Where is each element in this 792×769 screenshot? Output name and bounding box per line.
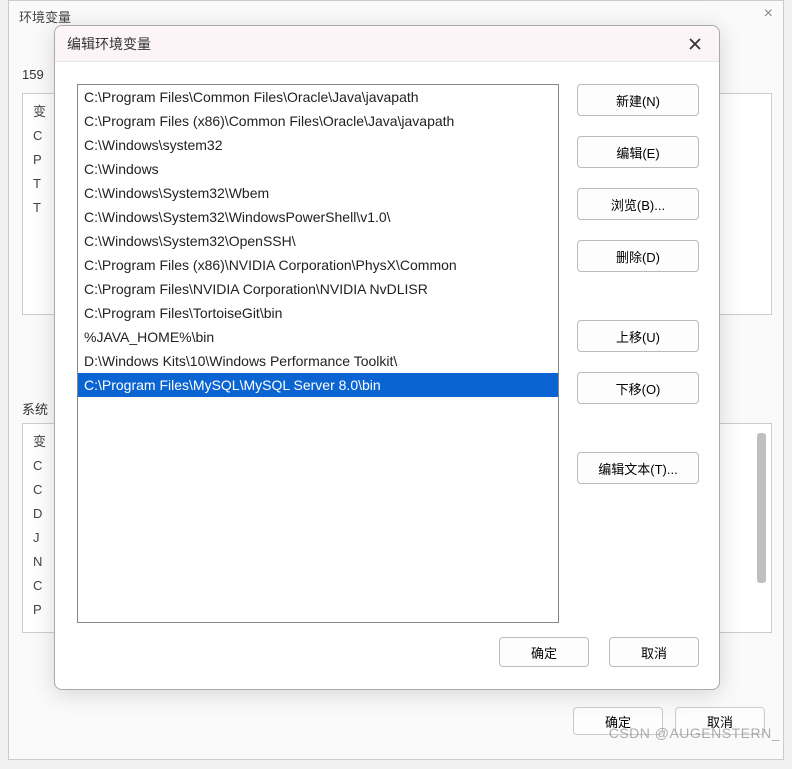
parent-cancel-button[interactable]: 取消 (675, 707, 765, 735)
browse-button[interactable]: 浏览(B)... (577, 188, 699, 220)
path-list-item[interactable]: C:\Program Files\TortoiseGit\bin (78, 301, 558, 325)
path-list-item[interactable]: C:\Program Files (x86)\Common Files\Orac… (78, 109, 558, 133)
scrollbar-thumb[interactable] (757, 433, 766, 583)
move-down-button[interactable]: 下移(O) (577, 372, 699, 404)
new-button[interactable]: 新建(N) (577, 84, 699, 116)
parent-ok-button[interactable]: 确定 (573, 707, 663, 735)
path-list-item[interactable]: C:\Program Files\MySQL\MySQL Server 8.0\… (78, 373, 558, 397)
dialog-body: C:\Program Files\Common Files\Oracle\Jav… (55, 62, 719, 637)
path-list-item[interactable]: C:\Program Files\NVIDIA Corporation\NVID… (78, 277, 558, 301)
path-list-item[interactable]: C:\Windows\System32\WindowsPowerShell\v1… (78, 205, 558, 229)
path-list-item[interactable]: D:\Windows Kits\10\Windows Performance T… (78, 349, 558, 373)
path-list-item[interactable]: C:\Windows\system32 (78, 133, 558, 157)
user-vars-label: 159 (22, 67, 44, 82)
edit-env-var-dialog: 编辑环境变量 C:\Program Files\Common Files\Ora… (54, 25, 720, 690)
path-list-item[interactable]: C:\Program Files (x86)\NVIDIA Corporatio… (78, 253, 558, 277)
path-list-item[interactable]: C:\Windows\System32\Wbem (78, 181, 558, 205)
path-list-item[interactable]: C:\Windows\System32\OpenSSH\ (78, 229, 558, 253)
move-up-button[interactable]: 上移(U) (577, 320, 699, 352)
ok-button[interactable]: 确定 (499, 637, 589, 667)
path-list[interactable]: C:\Program Files\Common Files\Oracle\Jav… (77, 84, 559, 623)
edit-button[interactable]: 编辑(E) (577, 136, 699, 168)
close-icon[interactable] (683, 32, 707, 56)
edit-text-button[interactable]: 编辑文本(T)... (577, 452, 699, 484)
path-list-item[interactable]: %JAVA_HOME%\bin (78, 325, 558, 349)
system-vars-label: 系统 (22, 399, 48, 418)
cancel-button[interactable]: 取消 (609, 637, 699, 667)
path-list-item[interactable]: C:\Windows (78, 157, 558, 181)
side-button-column: 新建(N) 编辑(E) 浏览(B)... 删除(D) 上移(U) 下移(O) 编… (577, 84, 699, 623)
dialog-footer: 确定 取消 (55, 637, 719, 689)
dialog-titlebar: 编辑环境变量 (55, 26, 719, 62)
dialog-title: 编辑环境变量 (67, 34, 151, 54)
delete-button[interactable]: 删除(D) (577, 240, 699, 272)
parent-close-icon[interactable]: × (764, 5, 773, 23)
path-list-item[interactable]: C:\Program Files\Common Files\Oracle\Jav… (78, 85, 558, 109)
